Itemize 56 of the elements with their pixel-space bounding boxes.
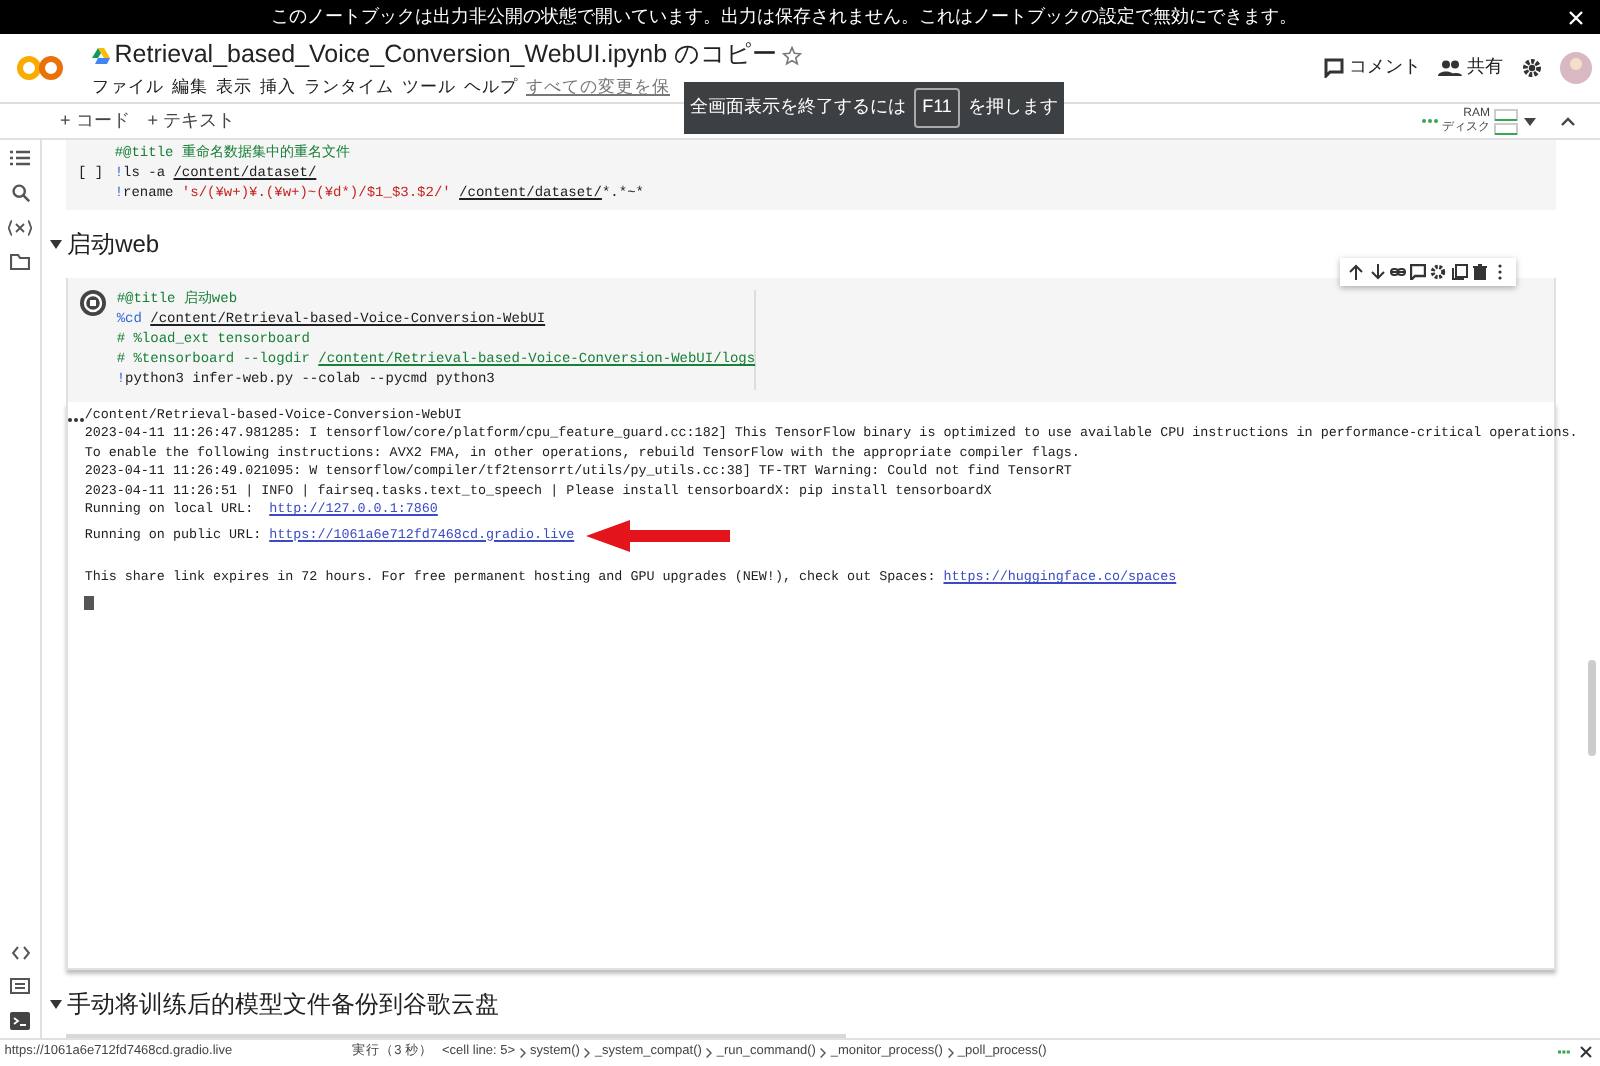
chevron-icon — [820, 1047, 827, 1057]
caret-down-icon[interactable] — [50, 239, 63, 249]
settings-icon[interactable] — [1430, 264, 1447, 280]
save-status[interactable]: すべての変更を保 — [526, 74, 670, 100]
add-code-button[interactable]: + コード — [60, 107, 130, 135]
logo-icon[interactable] — [16, 54, 64, 82]
code-icon[interactable] — [11, 945, 30, 959]
menu-item[interactable]: ファイル — [92, 74, 164, 100]
key-label: F11 — [914, 88, 960, 128]
horizontal-scrollbar[interactable] — [66, 1034, 847, 1038]
share-button[interactable]: 共有 — [1438, 54, 1503, 82]
arrow-down-icon[interactable] — [1369, 264, 1385, 280]
caret-down-icon[interactable] — [50, 999, 63, 1009]
folder-icon[interactable] — [10, 253, 31, 269]
usage-bars-icon — [1494, 107, 1519, 135]
add-text-button[interactable]: + テキスト — [147, 107, 236, 135]
section-heading: 启动web — [67, 228, 160, 262]
dropdown-icon — [1523, 117, 1535, 125]
variables-icon[interactable] — [8, 219, 33, 235]
toast-text: 全画面表示を終了するには — [690, 94, 907, 121]
menu-item[interactable]: 挿入 — [260, 74, 296, 100]
chevron-icon — [584, 1047, 591, 1057]
star-icon[interactable] — [782, 45, 803, 66]
settings-icon[interactable] — [1521, 58, 1541, 78]
stop-run-icon[interactable] — [79, 290, 106, 316]
chevron-icon — [519, 1047, 526, 1057]
menu-item[interactable]: 編集 — [172, 74, 208, 100]
menu-item[interactable]: ランタイム — [304, 74, 394, 100]
toast-text: を押します — [967, 94, 1058, 121]
comment-button[interactable]: コメント — [1324, 54, 1421, 82]
connected-icon — [1421, 118, 1438, 124]
cursor-block — [84, 595, 95, 610]
menu-item[interactable]: ヘルプ — [464, 74, 518, 100]
drive-icon — [92, 47, 110, 64]
search-icon[interactable] — [11, 183, 30, 201]
banner-message: このノートブックは出力非公開の状態で開いています。出力は保存されません。これはノートブックの設定で無効にできます。 — [271, 5, 1297, 26]
vertical-scrollbar[interactable] — [1588, 660, 1596, 756]
terminal-panel-icon[interactable] — [10, 977, 31, 993]
people-icon — [1438, 60, 1463, 76]
comment-icon[interactable] — [1410, 264, 1426, 280]
chevron-icon — [706, 1047, 713, 1057]
terminal-icon[interactable] — [10, 1011, 31, 1029]
comment-icon — [1324, 58, 1344, 78]
link-icon[interactable] — [1389, 264, 1406, 280]
menu-item[interactable]: ツール — [402, 74, 456, 100]
menu-item[interactable]: 表示 — [216, 74, 252, 100]
mirror-cell-icon[interactable] — [1451, 264, 1467, 280]
settings-link[interactable]: ノートブックの設定 — [973, 5, 1135, 26]
arrow-up-icon[interactable] — [1348, 264, 1365, 280]
section-heading: 手动将训练后的模型文件备份到谷歌云盘 — [67, 988, 500, 1022]
close-icon[interactable] — [1579, 1046, 1591, 1058]
delete-icon[interactable] — [1471, 264, 1488, 280]
table-of-contents-icon[interactable] — [10, 149, 31, 165]
notebook-title[interactable]: Retrieval_based_Voice_Conversion_WebUI.ipynb のコピー — [114, 36, 779, 74]
chevron-icon — [947, 1047, 954, 1057]
collapse-icon[interactable] — [1560, 116, 1576, 126]
